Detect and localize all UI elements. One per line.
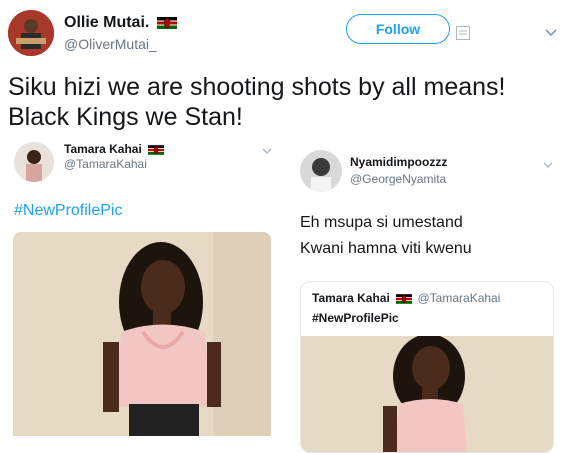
follow-button[interactable]: Follow <box>346 14 450 44</box>
left-card-hashtag[interactable]: #NewProfilePic <box>14 202 122 220</box>
flag-kenya-icon <box>148 145 165 155</box>
left-card-handle: @TamaraKahai <box>64 157 147 171</box>
author-handle: @OliverMutai_ <box>64 36 157 52</box>
grid-icon <box>456 26 470 40</box>
left-card-avatar[interactable] <box>14 142 54 182</box>
flag-kenya-icon <box>396 294 413 304</box>
right-card-name[interactable]: Nyamidimpoozzz <box>350 155 447 169</box>
flag-kenya-icon <box>156 16 177 29</box>
chevron-down-icon[interactable] <box>543 162 553 169</box>
author-avatar[interactable] <box>8 10 54 56</box>
tweet-text: Siku hizi we are shooting shots by all m… <box>8 73 506 131</box>
right-card-avatar[interactable] <box>300 150 342 192</box>
quoted-tweet[interactable]: Tamara Kahai @TamaraKahai #NewProfilePic <box>300 281 554 453</box>
left-card-name[interactable]: Tamara Kahai <box>64 142 165 156</box>
author-name[interactable]: Ollie Mutai. <box>64 14 177 32</box>
right-card-handle: @GeorgeNyamita <box>350 172 447 186</box>
right-card-text-line2: Kwani hamna viti kwenu <box>300 240 472 257</box>
quote-hashtag[interactable]: #NewProfilePic <box>312 311 399 325</box>
chevron-down-icon[interactable] <box>545 29 557 37</box>
quote-author-name[interactable]: Tamara Kahai @TamaraKahai <box>312 291 500 305</box>
quote-photo[interactable] <box>301 336 553 452</box>
chevron-down-icon[interactable] <box>262 148 272 155</box>
quote-author-handle: @TamaraKahai <box>417 291 501 305</box>
left-card-photo[interactable] <box>13 232 271 436</box>
right-card-text-line1: Eh msupa si umestand <box>300 214 463 231</box>
